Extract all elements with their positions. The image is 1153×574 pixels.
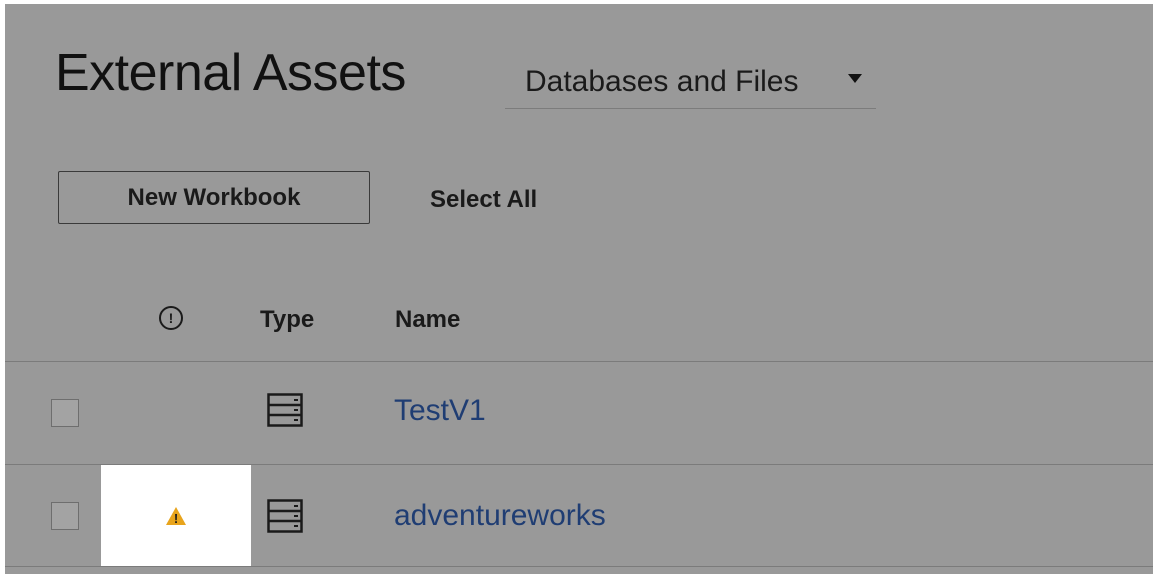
asset-name-link[interactable]: TestV1	[394, 393, 486, 429]
new-workbook-button[interactable]: New Workbook	[58, 171, 370, 224]
column-header-type[interactable]: Type	[260, 305, 314, 335]
warning-cell-highlight: !	[101, 465, 251, 566]
row-checkbox[interactable]	[51, 399, 79, 427]
page-title: External Assets	[55, 44, 406, 102]
alert-column-icon[interactable]: !	[159, 306, 183, 330]
table-row: TestV1	[5, 362, 1153, 463]
row-checkbox[interactable]	[51, 502, 79, 530]
warning-glyph: !	[174, 511, 178, 526]
column-header-name[interactable]: Name	[395, 305, 460, 335]
asset-type-dropdown[interactable]: Databases and Files	[505, 58, 876, 109]
caret-down-icon	[848, 74, 862, 83]
alert-icon-glyph: !	[168, 310, 174, 326]
row-divider	[5, 566, 1153, 567]
external-assets-page: External Assets Databases and Files New …	[0, 0, 1153, 574]
table-row: ! adventureworks	[5, 465, 1153, 566]
select-all-button[interactable]: Select All	[430, 185, 537, 215]
warning-icon[interactable]: !	[165, 506, 187, 526]
database-icon	[267, 499, 303, 533]
database-icon	[267, 393, 303, 427]
dropdown-selected-value: Databases and Files	[525, 65, 799, 98]
asset-name-link[interactable]: adventureworks	[394, 498, 606, 534]
